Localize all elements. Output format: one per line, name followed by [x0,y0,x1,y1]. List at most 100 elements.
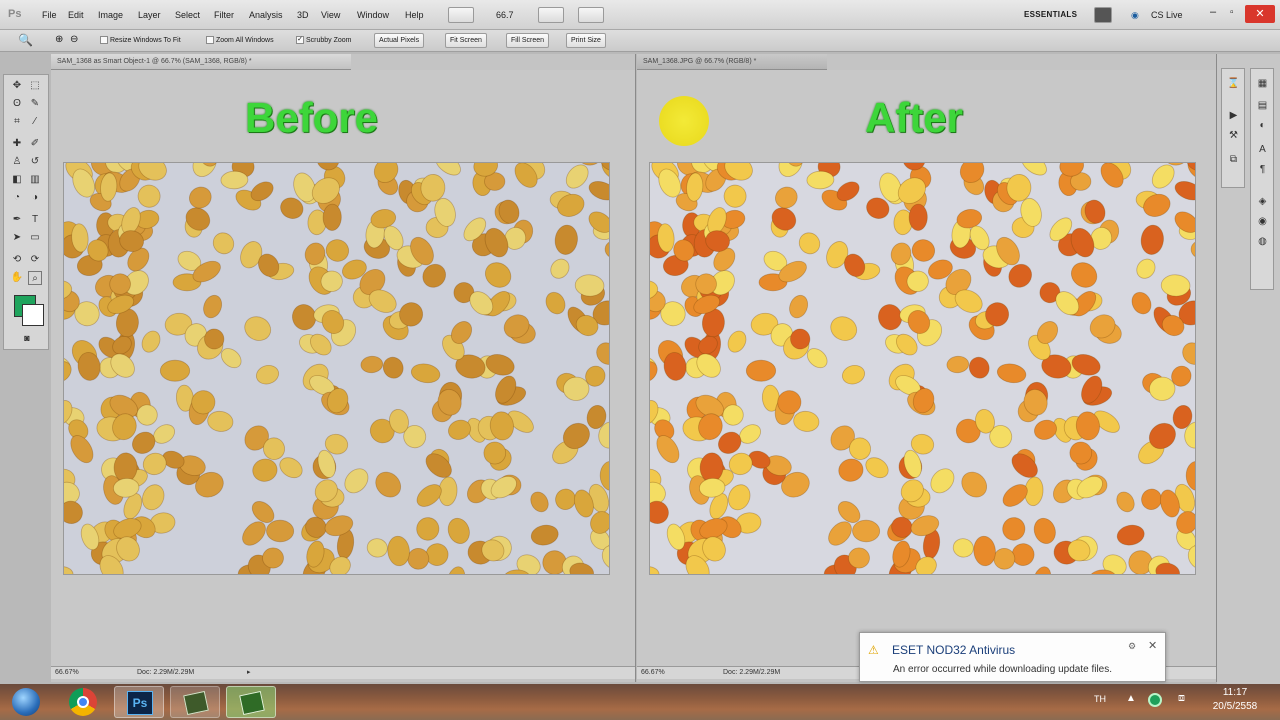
menu-analysis[interactable]: Analysis [249,10,283,20]
resize-windows-checkbox[interactable]: Resize Windows To Fit [100,36,181,44]
gradient-tool-icon[interactable]: ▥ [28,173,42,187]
print-size-button[interactable]: Print Size [566,33,606,48]
workspace-label[interactable]: ESSENTIALS [1024,10,1077,19]
channels-panel-icon[interactable]: ◉ [1256,215,1269,228]
windows-taskbar: Ps TH ▲ ⧈ 11:17 20/5/2558 [0,684,1280,720]
brush-tool-icon[interactable]: ✐ [28,137,42,151]
zoom-tool-icon[interactable]: 🔍 [18,33,33,47]
crop-tool-icon[interactable]: ⌗ [10,115,24,129]
3d-orbit-icon[interactable]: ⟳ [28,253,42,267]
document-tab-after[interactable]: SAM_1368.JPG @ 66.7% (RGB/8) * [637,54,827,70]
start-button[interactable] [6,686,46,718]
maximize-icon[interactable]: ▫ [1230,7,1234,18]
zoom-tool-active-icon[interactable]: ⌕ [28,271,42,285]
menu-image[interactable]: Image [98,10,123,20]
clock[interactable]: 11:17 20/5/2558 [1200,686,1270,714]
menu-edit[interactable]: Edit [68,10,84,20]
resize-windows-label: Resize Windows To Fit [110,36,181,44]
type-tool-icon[interactable]: T [28,213,42,227]
cursor-highlight [659,96,709,146]
menu-file[interactable]: File [42,10,57,20]
tray-expand-icon[interactable]: ▲ [1126,693,1136,704]
hand-tool-icon[interactable]: ✋ [10,271,24,285]
zoom-in-icon[interactable]: ⊕ [55,34,63,45]
seeds-image-after [650,163,1195,574]
antivirus-notification[interactable]: ⚠ ESET NOD32 Antivirus An error occurred… [859,632,1166,682]
zoom-level[interactable]: 66.7 [496,10,514,20]
layer-comps-icon[interactable]: ⧉ [1227,153,1240,166]
3d-rotate-icon[interactable]: ⟲ [10,253,24,267]
path-select-icon[interactable]: ➤ [10,231,24,245]
color-panel-icon[interactable]: ▦ [1256,77,1269,90]
actual-pixels-button[interactable]: Actual Pixels [374,33,425,48]
marquee-tool-icon[interactable]: ⬚ [28,79,42,93]
canvas-before[interactable]: Before [51,70,635,667]
app-taskbar-icon-1[interactable] [170,686,220,718]
menu-select[interactable]: Select [175,10,200,20]
swatches-panel-icon[interactable]: ▤ [1256,99,1269,112]
zoom-percentage-after[interactable]: 66.67% [641,667,665,679]
doc-size-before: Doc: 2.29M/2.29M [137,669,195,676]
panel-column-1: ⌛ ▶ ⚒ ⧉ [1221,68,1245,188]
cs-live-label[interactable]: CS Live [1151,10,1183,20]
eyedropper-icon[interactable]: ⁄ [28,115,42,129]
dodge-tool-icon[interactable]: ◑ [28,191,42,205]
layers-panel-icon[interactable]: ◈ [1256,195,1269,208]
styles-panel-icon[interactable]: ◐ [1256,119,1269,132]
status-arrow-icon[interactable]: ▸ [247,667,251,679]
minimize-icon[interactable]: – [1210,6,1216,18]
fill-screen-button[interactable]: Fill Screen [506,33,550,48]
paths-panel-icon[interactable]: ◍ [1256,235,1269,248]
clone-stamp-icon[interactable]: ♙ [10,155,24,169]
menu-layer[interactable]: Layer [138,10,161,20]
history-panel-icon[interactable]: ⌛ [1227,77,1240,90]
blur-tool-icon[interactable]: ◔ [10,191,24,205]
network-icon[interactable]: ⧈ [1178,692,1185,705]
actions-panel-icon[interactable]: ▶ [1227,109,1240,122]
right-panel-dock: ⌛ ▶ ⚒ ⧉ ▦ ▤ ◐ A ¶ ◈ ◉ ◍ [1217,54,1280,684]
photo-after [649,162,1196,575]
panel-column-2: ▦ ▤ ◐ A ¶ ◈ ◉ ◍ [1250,68,1274,290]
document-window-after: SAM_1368.JPG @ 66.7% (RGB/8) * After 66.… [637,54,1217,682]
zoom-percentage-before[interactable]: 66.67% [55,667,79,679]
menu-window[interactable]: Window [357,10,389,20]
menu-3d[interactable]: 3D [297,10,309,20]
document-tab-before[interactable]: SAM_1368 as Smart Object-1 @ 66.7% (SAM_… [51,54,351,70]
lasso-tool-icon[interactable]: ʘ [10,97,24,111]
menu-view[interactable]: View [321,10,340,20]
healing-brush-icon[interactable]: ✚ [10,137,24,151]
shape-tool-icon[interactable]: ▭ [28,231,42,245]
clock-date: 20/5/2558 [1212,701,1258,712]
tools-preset-icon[interactable]: ⚒ [1227,129,1240,142]
quick-mask-icon[interactable]: ◙ [20,331,34,345]
screen-mode-button[interactable] [448,7,474,23]
paragraph-panel-icon[interactable]: ¶ [1256,163,1269,176]
arrange-documents-button[interactable] [538,7,564,23]
pen-tool-icon[interactable]: ✒ [10,213,24,227]
quick-select-icon[interactable]: ✎ [28,97,42,111]
notification-close-icon[interactable]: ✕ [1148,639,1157,652]
menu-filter[interactable]: Filter [214,10,234,20]
history-brush-icon[interactable]: ↺ [28,155,42,169]
scrubby-zoom-checkbox[interactable]: ✓ Scrubby Zoom [296,36,352,44]
photoshop-taskbar-icon[interactable]: Ps [114,686,164,718]
eraser-tool-icon[interactable]: ◧ [10,173,24,187]
eset-tray-icon[interactable] [1148,693,1162,707]
app-taskbar-icon-2[interactable] [226,686,276,718]
photo-before [63,162,610,575]
notification-options-icon[interactable]: ⚙ [1128,641,1136,652]
cs-live-icon[interactable]: ◉ [1131,10,1139,21]
chrome-taskbar-icon[interactable] [58,686,108,718]
language-indicator[interactable]: TH [1094,694,1106,704]
zoom-all-checkbox[interactable]: Zoom All Windows [206,36,274,44]
canvas-after[interactable]: After [637,70,1216,667]
close-icon[interactable]: ✕ [1245,5,1275,23]
fit-screen-button[interactable]: Fit Screen [445,33,487,48]
move-tool-icon[interactable]: ✥ [10,79,24,93]
zoom-out-icon[interactable]: ⊖ [70,34,78,45]
menu-help[interactable]: Help [405,10,424,20]
screen-layout-button[interactable] [578,7,604,23]
background-color-swatch[interactable] [22,304,44,326]
character-panel-icon[interactable]: A [1256,143,1269,156]
workspace-expand-icon[interactable] [1094,7,1112,23]
